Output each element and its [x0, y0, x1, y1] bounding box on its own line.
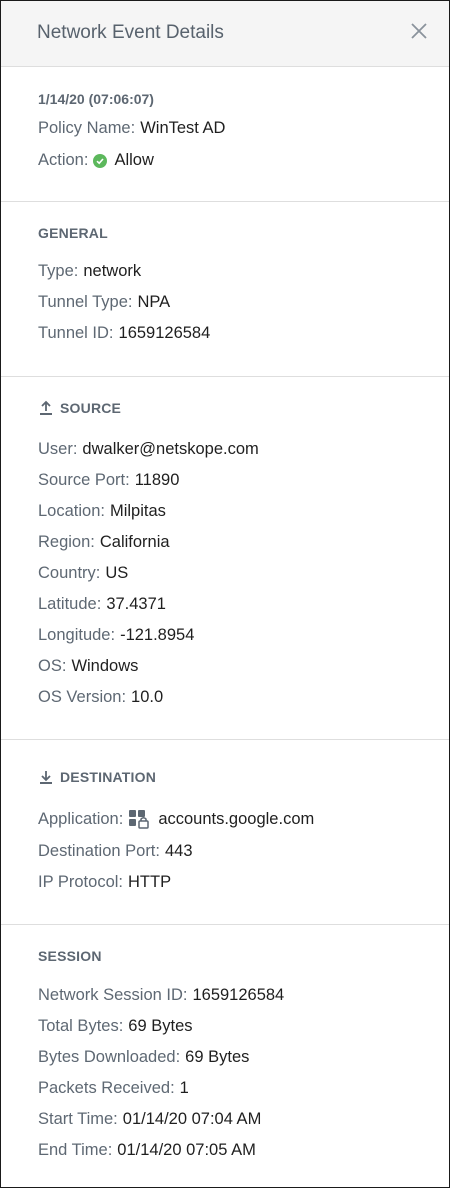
destination-port-label: Destination Port:: [38, 842, 160, 860]
total-bytes-value: 69 Bytes: [128, 1017, 193, 1035]
os-label: OS:: [38, 657, 67, 675]
action-row: Action: Allow: [38, 151, 154, 170]
source-heading: SOURCE: [38, 400, 121, 416]
general-heading: GENERAL: [38, 225, 108, 241]
action-value: Allow: [114, 151, 154, 169]
bytes-downloaded-label: Bytes Downloaded:: [38, 1048, 181, 1066]
check-circle-icon: [93, 153, 108, 168]
user-value: dwalker@netskope.com: [82, 440, 259, 458]
tunnel-type-row: Tunnel Type: NPA: [38, 293, 170, 312]
start-time-row: Start Time: 01/14/20 07:04 AM: [38, 1110, 261, 1129]
general-section: GENERAL Type: network Tunnel Type: NPA T…: [1, 202, 449, 377]
session-heading: SESSION: [38, 948, 102, 964]
end-time-label: End Time:: [38, 1141, 113, 1159]
source-port-label: Source Port:: [38, 471, 130, 489]
application-label: Application:: [38, 809, 124, 828]
os-version-value: 10.0: [131, 688, 164, 706]
tunnel-id-label: Tunnel ID:: [38, 324, 114, 342]
packets-received-row: Packets Received: 1: [38, 1079, 189, 1098]
panel-header: Network Event Details: [1, 1, 449, 67]
total-bytes-row: Total Bytes: 69 Bytes: [38, 1017, 193, 1036]
destination-heading-label: DESTINATION: [60, 769, 157, 785]
source-port-row: Source Port: 11890: [38, 471, 179, 490]
close-icon[interactable]: [409, 21, 429, 41]
source-port-value: 11890: [134, 471, 180, 489]
event-details-panel: Network Event Details 1/14/20 (07:06:07)…: [0, 0, 450, 1188]
os-version-label: OS Version:: [38, 688, 127, 706]
location-value: Milpitas: [109, 502, 166, 520]
source-section: SOURCE User: dwalker@netskope.com Source…: [1, 377, 449, 740]
end-time-row: End Time: 01/14/20 07:05 AM: [38, 1141, 256, 1160]
location-label: Location:: [38, 502, 105, 520]
packets-received-label: Packets Received:: [38, 1079, 175, 1097]
user-label: User:: [38, 440, 78, 458]
application-value: accounts.google.com: [158, 809, 315, 828]
user-row: User: dwalker@netskope.com: [38, 440, 259, 459]
destination-heading: DESTINATION: [38, 769, 156, 785]
bytes-downloaded-row: Bytes Downloaded: 69 Bytes: [38, 1048, 249, 1067]
region-label: Region:: [38, 533, 95, 551]
bytes-downloaded-value: 69 Bytes: [185, 1048, 250, 1066]
start-time-value: 01/14/20 07:04 AM: [122, 1110, 262, 1128]
country-value: US: [105, 564, 129, 582]
policy-name-label: Policy Name:: [38, 119, 136, 137]
country-row: Country: US: [38, 564, 128, 583]
os-row: OS: Windows: [38, 657, 138, 676]
os-version-row: OS Version: 10.0: [38, 688, 163, 707]
panel-title: Network Event Details: [37, 22, 224, 43]
upload-icon: [40, 400, 52, 415]
event-timestamp: 1/14/20 (07:06:07): [38, 91, 154, 107]
ip-protocol-label: IP Protocol:: [38, 873, 123, 891]
session-section: SESSION Network Session ID: 1659126584 T…: [1, 925, 449, 1187]
tunnel-type-label: Tunnel Type:: [38, 293, 133, 311]
destination-section: DESTINATION Application: accounts.google…: [1, 740, 449, 925]
region-value: California: [99, 533, 170, 551]
latitude-value: 37.4371: [106, 595, 166, 613]
end-time-value: 01/14/20 07:05 AM: [117, 1141, 256, 1159]
network-session-id-value: 1659126584: [192, 986, 285, 1004]
type-value: network: [83, 262, 142, 280]
type-row: Type: network: [38, 262, 141, 281]
tunnel-type-value: NPA: [137, 293, 171, 311]
source-heading-label: SOURCE: [60, 400, 122, 416]
network-session-id-row: Network Session ID: 1659126584: [38, 986, 284, 1005]
ip-protocol-value: HTTP: [128, 873, 172, 891]
tunnel-id-value: 1659126584: [118, 324, 211, 342]
os-value: Windows: [71, 657, 139, 675]
destination-port-value: 443: [164, 842, 193, 860]
longitude-row: Longitude: -121.8954: [38, 626, 194, 645]
application-lock-icon: [129, 810, 150, 829]
country-label: Country:: [38, 564, 101, 582]
type-label: Type:: [38, 262, 79, 280]
longitude-label: Longitude:: [38, 626, 116, 644]
policy-name-row: Policy Name: WinTest AD: [38, 119, 225, 138]
packets-received-value: 1: [179, 1079, 189, 1097]
policy-name-value: WinTest AD: [140, 119, 226, 137]
download-icon: [40, 771, 52, 784]
region-row: Region: California: [38, 533, 170, 552]
ip-protocol-row: IP Protocol: HTTP: [38, 873, 171, 892]
location-row: Location: Milpitas: [38, 502, 166, 521]
longitude-value: -121.8954: [120, 626, 195, 644]
total-bytes-label: Total Bytes:: [38, 1017, 124, 1035]
destination-port-row: Destination Port: 443: [38, 842, 193, 861]
start-time-label: Start Time:: [38, 1110, 118, 1128]
action-label: Action:: [38, 151, 89, 169]
latitude-label: Latitude:: [38, 595, 102, 613]
latitude-row: Latitude: 37.4371: [38, 595, 166, 614]
summary-section: 1/14/20 (07:06:07) Policy Name: WinTest …: [1, 67, 449, 202]
application-row: Application: accounts.google.com: [38, 809, 314, 829]
tunnel-id-row: Tunnel ID: 1659126584: [38, 324, 210, 343]
network-session-id-label: Network Session ID:: [38, 986, 188, 1004]
